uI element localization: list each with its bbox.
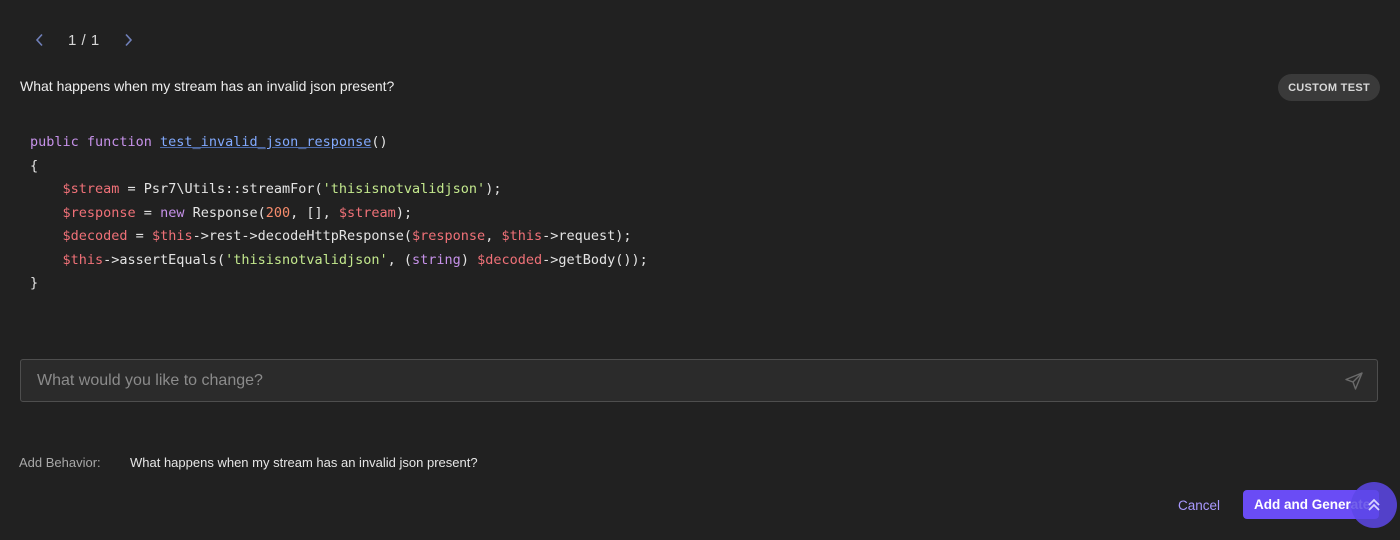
code-token: = Psr7\Utils::streamFor( — [119, 181, 323, 197]
code-token: $this — [151, 228, 193, 244]
code-token: test_invalid_json_response — [160, 134, 372, 150]
code-line: public function test_invalid_json_respon… — [30, 131, 648, 155]
code-line: $this->assertEquals('thisisnotvalidjson'… — [30, 249, 648, 273]
code-token: = — [127, 228, 152, 244]
code-line: $stream = Psr7\Utils::streamFor('thisisn… — [30, 178, 648, 202]
code-line: } — [30, 272, 648, 296]
add-behavior-row: Add Behavior: What happens when my strea… — [19, 455, 478, 470]
custom-test-badge: CUSTOM TEST — [1278, 74, 1380, 101]
test-question: What happens when my stream has an inval… — [20, 78, 395, 94]
code-block: public function test_invalid_json_respon… — [30, 131, 648, 296]
code-token: $this — [501, 228, 543, 244]
code-token: $response — [412, 228, 486, 244]
code-token: , ( — [387, 251, 413, 268]
code-line: $response = new Response(200, [], $strea… — [30, 202, 648, 226]
code-token: = — [135, 204, 161, 221]
cancel-button[interactable]: Cancel — [1178, 491, 1220, 519]
chevron-left-icon[interactable] — [30, 29, 48, 51]
code-token: $response — [62, 204, 136, 221]
code-token: () — [371, 134, 388, 150]
double-chevron-up-icon[interactable] — [1351, 482, 1397, 528]
pager: 1 / 1 — [30, 27, 138, 53]
code-token: , — [485, 228, 502, 244]
code-line: $decoded = $this->rest->decodeHttpRespon… — [30, 225, 648, 249]
code-line: { — [30, 155, 648, 179]
code-token: $decoded — [62, 228, 128, 244]
code-token: 'thisisnotvalidjson' — [322, 181, 486, 197]
add-behavior-value: What happens when my stream has an inval… — [130, 455, 478, 470]
code-token: , [], — [290, 204, 339, 221]
test-editor-panel: 1 / 1 What happens when my stream has an… — [0, 0, 1400, 540]
page-count: 1 / 1 — [68, 31, 100, 49]
send-icon[interactable] — [1343, 370, 1365, 392]
code-token: } — [30, 275, 39, 291]
code-token: ->getBody()); — [542, 251, 648, 268]
code-token: $stream — [62, 181, 120, 197]
code-token: $stream — [338, 204, 396, 221]
code-token: $this — [62, 251, 104, 268]
code-token: $decoded — [477, 251, 543, 268]
chevron-right-icon[interactable] — [120, 29, 138, 51]
code-token: 200 — [265, 204, 291, 221]
code-token: string — [412, 251, 461, 268]
change-request-input[interactable] — [21, 360, 1331, 401]
code-token: 'thisisnotvalidjson' — [225, 251, 388, 268]
code-token: Response( — [184, 204, 266, 221]
change-request-field — [20, 359, 1378, 402]
code-token: ->assertEquals( — [103, 251, 226, 268]
code-token: ); — [395, 204, 413, 221]
code-token: ->rest->decodeHttpResponse( — [192, 228, 413, 244]
code-token: ->request); — [542, 228, 632, 244]
code-token: new — [160, 204, 185, 221]
code-token: public function — [30, 134, 161, 150]
add-behavior-label: Add Behavior: — [19, 455, 101, 470]
code-token: ); — [485, 181, 502, 197]
code-token: { — [30, 157, 39, 174]
code-token: ) — [460, 251, 478, 268]
